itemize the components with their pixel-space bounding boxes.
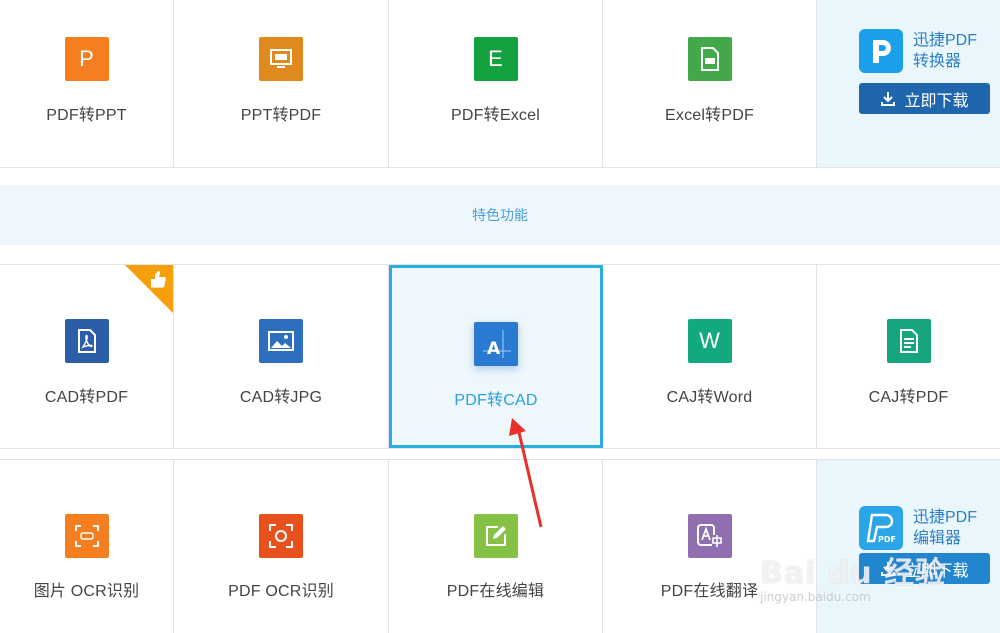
annotation-arrow [509, 418, 543, 528]
page: P PDF转PPT PPT转PDF E PDF转Excel Excel转PDF [0, 0, 1000, 633]
baidu-watermark: Bai du 经验 jingyan.baidu.com [760, 556, 947, 604]
